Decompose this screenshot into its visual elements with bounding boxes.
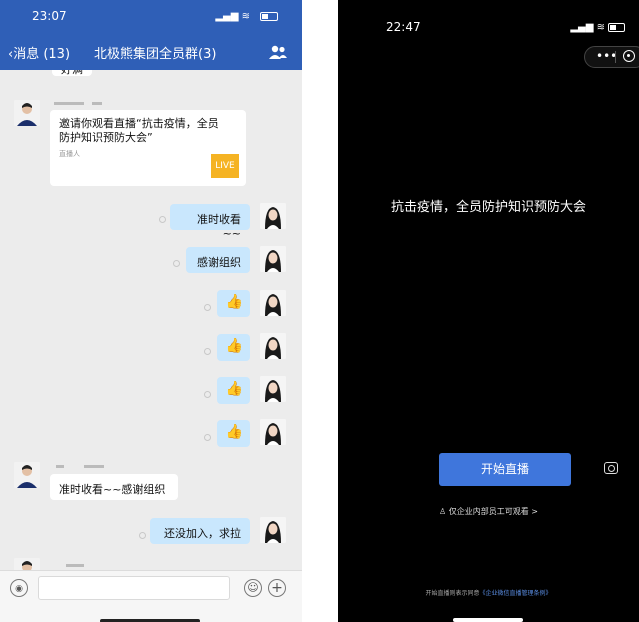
avatar[interactable] [14, 462, 40, 488]
chat-bubble-sent: 👍 [217, 290, 250, 317]
visibility-setting[interactable]: ♙ 仅企业内部员工可观看 > [338, 506, 639, 517]
back-button[interactable]: ‹消息 (13) [8, 43, 70, 62]
home-indicator [453, 618, 523, 622]
back-label: 消息 (13) [13, 47, 71, 62]
miniprogram-capsule: ••• [584, 46, 639, 68]
start-live-button[interactable]: 开始直播 [439, 453, 571, 486]
person-icon: ♙ [439, 507, 449, 516]
avatar[interactable] [260, 246, 286, 272]
visibility-label: 仅企业内部员工可观看 > [448, 507, 538, 516]
read-status-icon [173, 260, 180, 267]
status-bar: 23:07 ▂▄▆ ≋ [0, 0, 302, 36]
message-input[interactable] [38, 576, 230, 600]
chat-nav-bar: ‹消息 (13) 北极熊集团全员群(3) [0, 36, 302, 70]
agreement-link[interactable]: 《企业微信直播管理条例》 [480, 590, 552, 597]
sender-name [54, 102, 84, 105]
sender-name [66, 564, 84, 567]
sender-name [84, 465, 104, 468]
agreement-prefix: 开始直播则表示同意 [425, 590, 480, 597]
read-status-icon [159, 216, 166, 223]
status-time: 22:47 [386, 20, 421, 34]
close-icon[interactable] [623, 50, 635, 62]
message-text: 准时收看~~感谢组织 [59, 483, 166, 496]
agreement-text: 开始直播则表示同意《企业微信直播管理条例》 [338, 588, 639, 597]
thumbs-up-icon: 👍 [225, 338, 243, 354]
emoji-icon[interactable]: ☺ [244, 579, 262, 597]
avatar[interactable] [260, 203, 286, 229]
live-badge: LIVE [211, 154, 239, 178]
thumbs-up-icon: 👍 [225, 424, 243, 440]
chat-bubble-sent: 感谢组织 [186, 247, 250, 273]
battery-icon [260, 12, 278, 21]
live-invite-card[interactable]: 邀请你观看直播“抗击疫情，全员防护知识预防大会” 直播人 LIVE [50, 110, 246, 186]
thumbs-up-icon: 👍 [225, 381, 243, 397]
chat-screen: 23:07 ▂▄▆ ≋ ‹消息 (13) 北极熊集团全员群(3) 好满 邀请你观… [0, 0, 302, 622]
signal-icon: ▂▄▆ ≋ [215, 11, 250, 22]
avatar[interactable] [14, 558, 40, 570]
live-title: 抗击疫情，全员防护知识预防大会 [390, 200, 586, 215]
chat-bubble-sent: 👍 [217, 377, 250, 404]
chat-bubble-sent: 准时收看~~ [170, 204, 250, 240]
avatar[interactable] [260, 517, 286, 543]
read-status-icon [204, 391, 211, 398]
avatar[interactable] [260, 290, 286, 316]
chat-bubble-received: 准时收看~~感谢组织 [50, 474, 178, 500]
chat-bubble-sent: 还没加入，求拉 [150, 518, 250, 544]
avatar[interactable] [14, 100, 40, 126]
invite-text: 邀请你观看直播“抗击疫情，全员防护知识预防大会” [59, 117, 219, 144]
battery-icon [608, 23, 625, 32]
sender-name [56, 465, 64, 468]
read-status-icon [139, 532, 146, 539]
chat-bubble-sent: 👍 [217, 420, 250, 447]
message-text: 感谢组织 [197, 256, 241, 269]
camera-flip-icon[interactable] [604, 462, 618, 474]
group-title: 北极熊集团全员群(3) [94, 47, 217, 62]
read-status-icon [204, 304, 211, 311]
signal-icon: ▂▄▆ ≋ [570, 22, 605, 33]
chat-bubble-received: 好满 [52, 70, 92, 76]
thumbs-up-icon: 👍 [225, 294, 243, 310]
voice-icon[interactable]: ◉ [10, 579, 28, 597]
avatar[interactable] [260, 376, 286, 402]
sender-name [92, 102, 102, 105]
avatar[interactable] [260, 333, 286, 359]
group-members-icon[interactable] [268, 45, 288, 59]
read-status-icon [204, 434, 211, 441]
plus-icon[interactable]: + [268, 579, 286, 597]
chat-bubble-sent: 👍 [217, 334, 250, 361]
message-text: 好满 [61, 70, 83, 76]
avatar[interactable] [260, 419, 286, 445]
capsule-divider [615, 51, 616, 63]
message-text: 还没加入，求拉 [164, 527, 241, 540]
chat-message-list[interactable]: 好满 邀请你观看直播“抗击疫情，全员防护知识预防大会” 直播人 LIVE 准时收… [0, 70, 302, 570]
status-time: 23:07 [32, 9, 67, 23]
message-input-bar: ◉ ☺ + [0, 570, 302, 622]
live-start-screen: 22:47 ▂▄▆ ≋ ••• 抗击疫情，全员防护知识预防大会 开始直播 ♙ 仅… [338, 0, 639, 622]
read-status-icon [204, 348, 211, 355]
message-text: 准时收看~~ [197, 213, 241, 240]
